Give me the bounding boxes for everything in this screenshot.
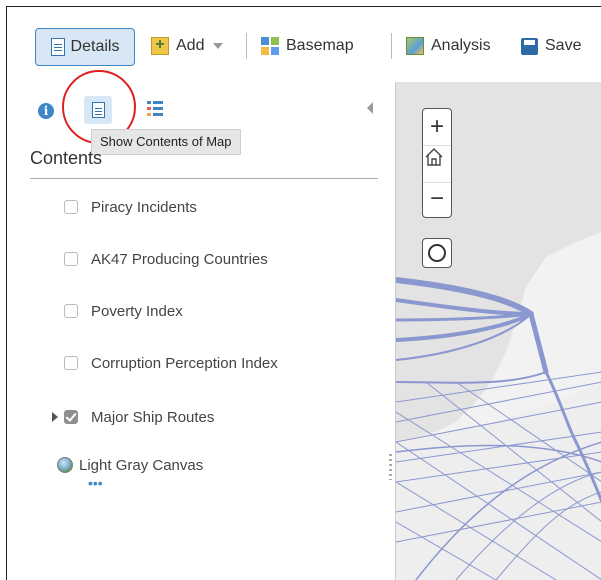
map-view[interactable]: + − [396,82,601,580]
layer-label: Major Ship Routes [91,408,215,426]
home-icon [425,148,443,166]
zoom-in-button[interactable]: + [423,109,451,145]
layer-checkbox[interactable] [64,200,78,214]
layer-item[interactable]: Poverty Index [64,301,183,321]
details-icon [50,38,65,56]
basemap-grid-icon [261,37,279,55]
save-icon [521,37,538,55]
details-button[interactable]: Details [35,28,135,66]
layer-checkbox[interactable] [64,410,78,424]
home-button[interactable] [423,145,451,183]
expand-caret-icon[interactable] [52,412,58,422]
divider [30,178,378,179]
tooltip: Show Contents of Map [91,129,241,155]
add-label: Add [176,37,205,54]
basemap-label: Basemap [286,37,354,54]
layer-checkbox[interactable] [64,304,78,318]
info-icon[interactable]: i [38,103,54,119]
layer-label: AK47 Producing Countries [91,250,268,268]
locate-button[interactable] [422,238,452,268]
toolbar-divider [391,33,392,59]
locate-icon [428,244,446,262]
layer-label: Piracy Incidents [91,198,197,216]
analysis-button[interactable]: Analysis [406,28,491,64]
zoom-out-button[interactable]: − [423,181,451,217]
layer-label: Corruption Perception Index [91,354,278,372]
layer-label: Poverty Index [91,302,183,320]
more-options-icon[interactable]: ••• [88,475,103,491]
globe-icon [57,457,73,473]
save-button[interactable]: Save [521,28,581,64]
contents-panel: i Show Contents of Map Contents Piracy I… [7,70,396,580]
layer-item[interactable]: Major Ship Routes [64,407,214,427]
basemap-layer-item[interactable]: Light Gray Canvas [57,455,203,475]
layer-item[interactable]: Corruption Perception Index [64,353,278,373]
layer-item[interactable]: Piracy Incidents [64,197,197,217]
details-label: Details [70,38,120,55]
basemap-layer-label: Light Gray Canvas [79,456,204,474]
zoom-controls: + − [422,108,452,218]
basemap-button[interactable]: Basemap [261,28,354,64]
layer-checkbox[interactable] [64,252,78,266]
layer-item[interactable]: AK47 Producing Countries [64,249,268,269]
save-label: Save [545,37,582,54]
contents-title: Contents [30,148,103,168]
add-icon: + [151,37,169,55]
analysis-label: Analysis [431,37,491,54]
toolbar-divider [246,33,247,59]
layer-checkbox[interactable] [64,356,78,370]
legend-icon[interactable] [147,101,163,117]
collapse-panel-icon[interactable] [367,102,373,114]
add-button[interactable]: + Add [151,28,224,64]
analysis-icon [406,37,424,55]
app-window: Details + Add Basemap Analysis Save i Sh… [6,6,601,580]
panel-resize-handle[interactable] [389,454,392,480]
chevron-down-icon [213,43,224,49]
